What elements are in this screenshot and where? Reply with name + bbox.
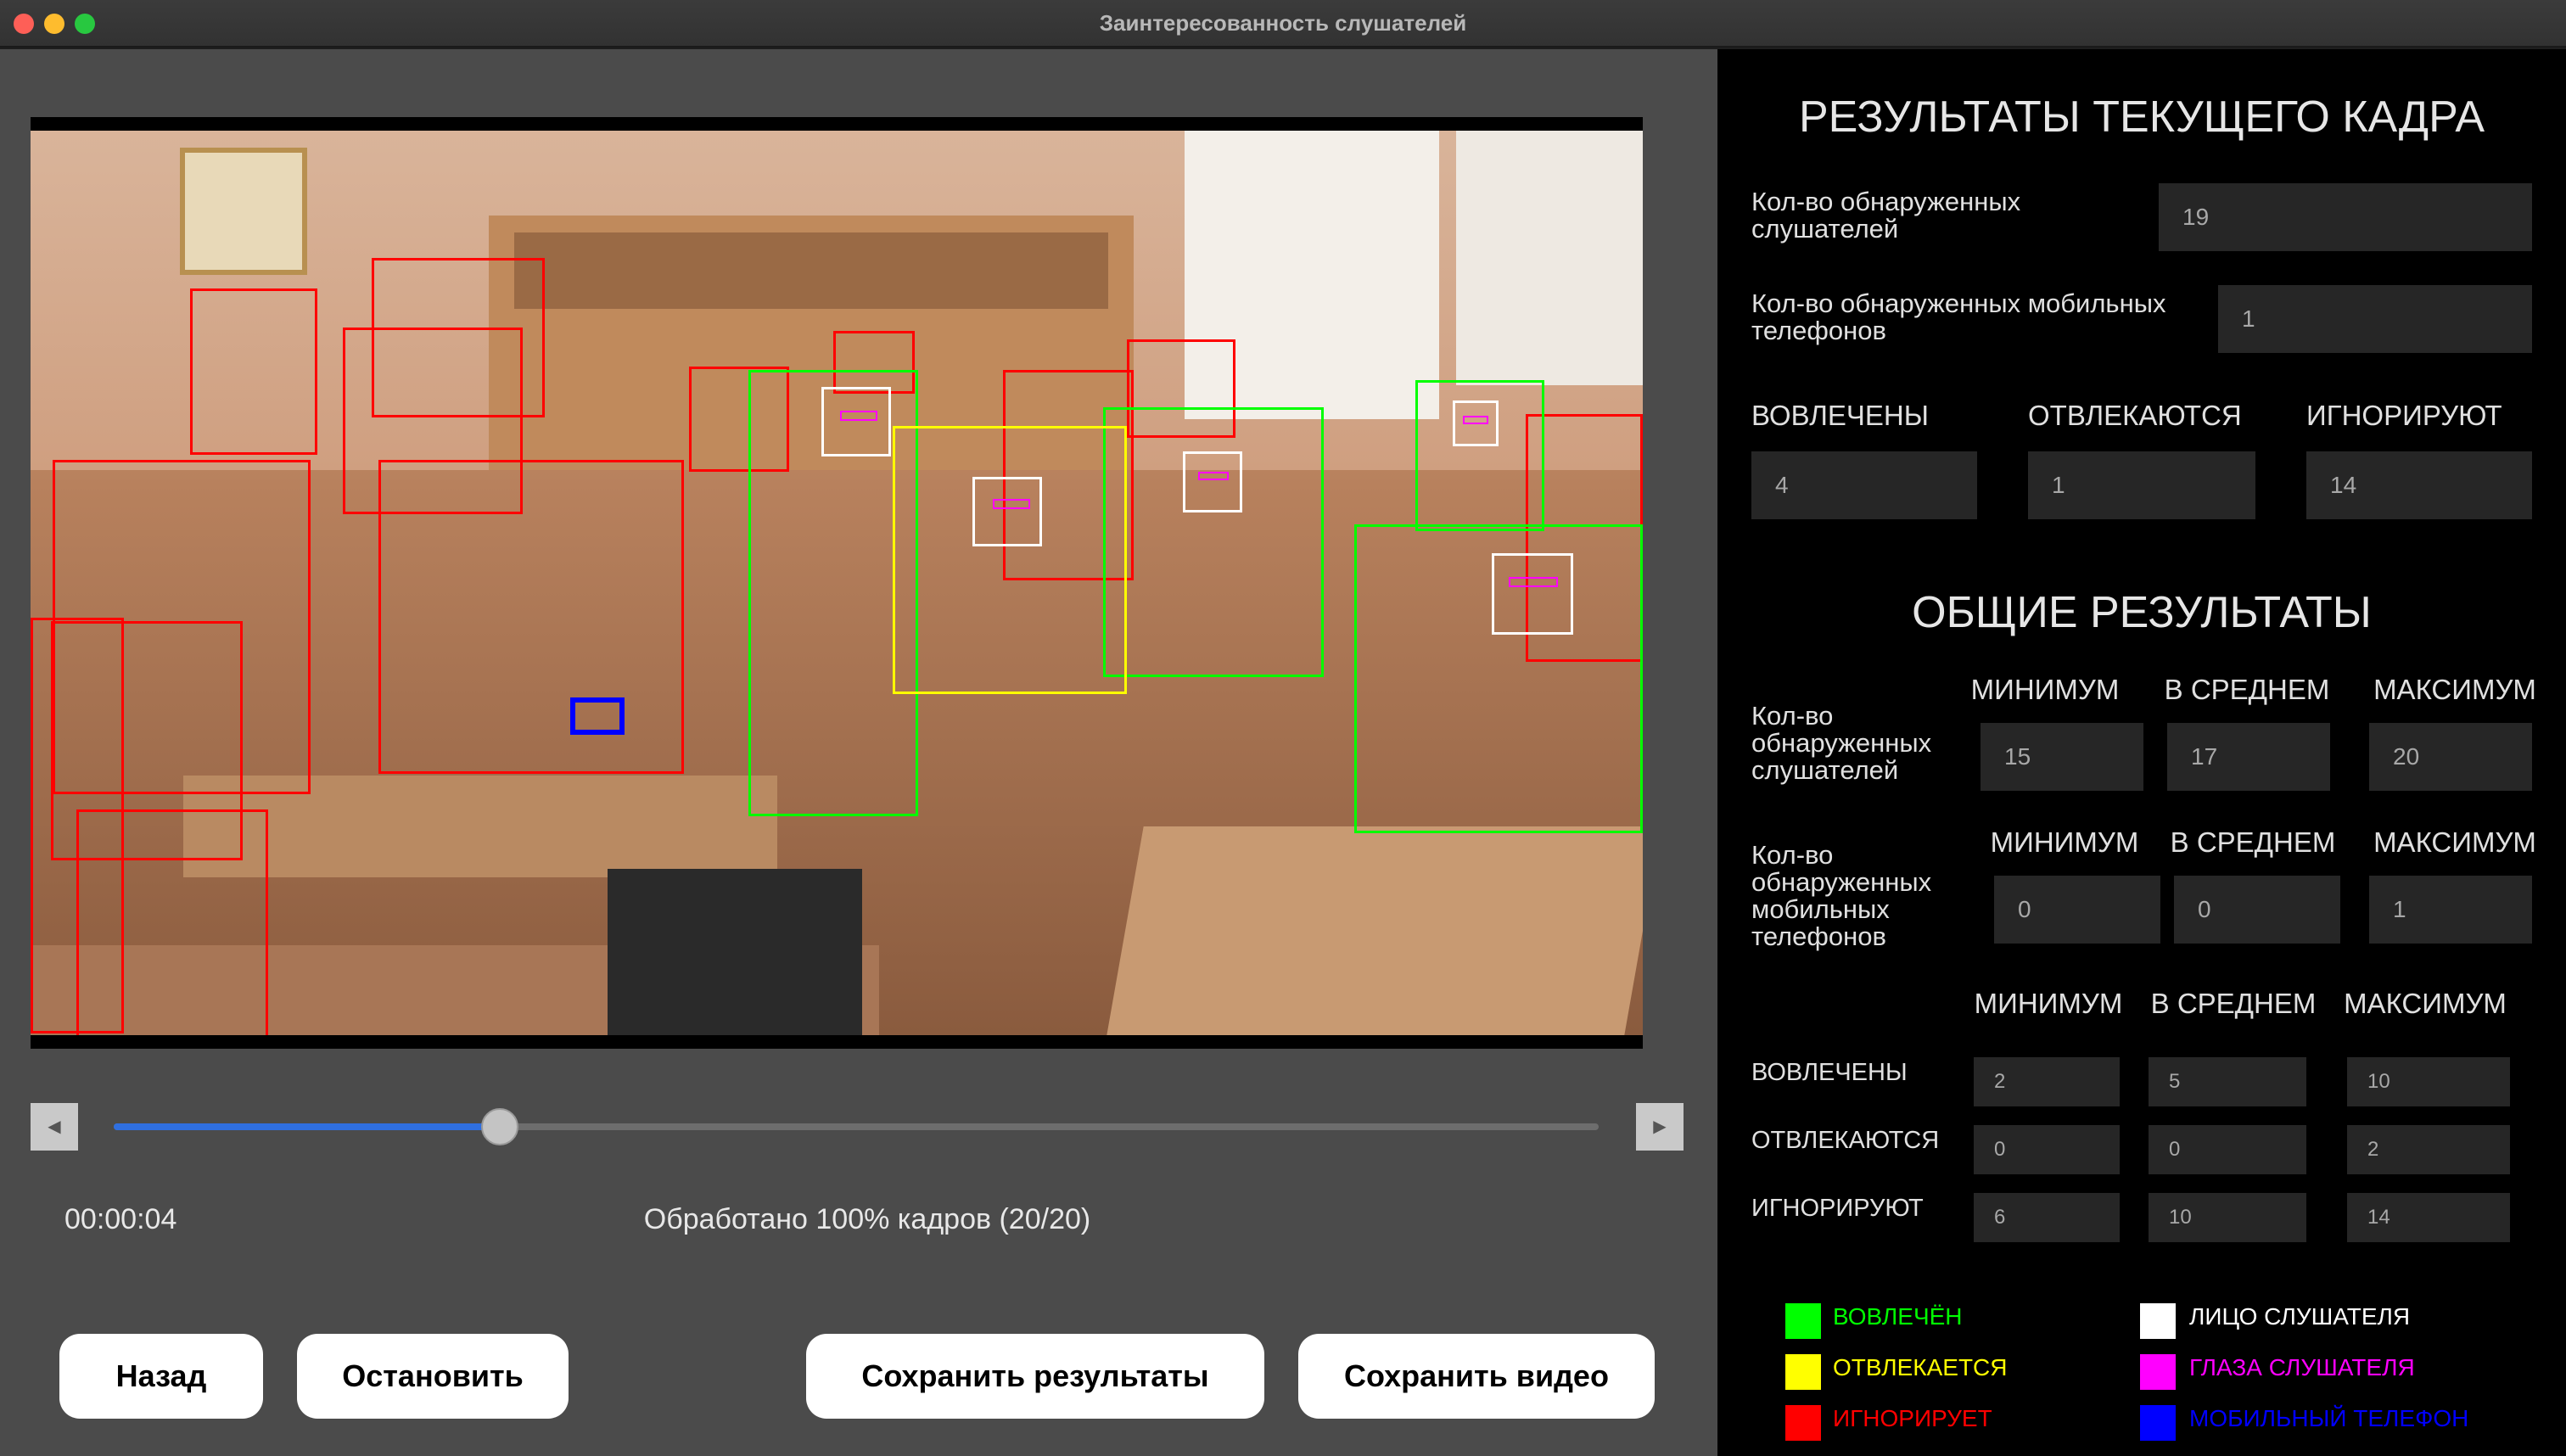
overall-title: ОБЩИЕ РЕЗУЛЬТАТЫ <box>1912 588 2372 637</box>
overall-states-max-header: МАКСИМУМ <box>2344 988 2507 1019</box>
current-listeners-label: Кол-во обнаруженных слушателей <box>1751 187 2021 244</box>
seek-progress <box>114 1123 500 1130</box>
overall-engaged-min[interactable]: 2 <box>1974 1057 2120 1106</box>
next-frame-button[interactable]: ▶ <box>1636 1103 1684 1151</box>
legend-swatch-phone <box>2140 1405 2176 1441</box>
overall-listeners-max[interactable]: 20 <box>2369 723 2532 791</box>
overall-states-avg-header: В СРЕДНЕМ <box>2150 988 2317 1019</box>
overall-states-min-header: МИНИМУМ <box>1974 988 2123 1019</box>
overall-ignoring-max[interactable]: 14 <box>2347 1193 2510 1242</box>
face-box <box>972 477 1042 546</box>
video-pane: ◀ ▶ 00:00:04 Обработано 100% кадров (20/… <box>0 49 1717 1456</box>
seek-track[interactable] <box>114 1123 1599 1130</box>
window-titlebar: Заинтересованность слушателей <box>0 0 2566 48</box>
seek-thumb[interactable] <box>481 1108 518 1145</box>
current-ignoring-field[interactable]: 14 <box>2306 451 2532 519</box>
legend-ignoring: ИГНОРИРУЕТ <box>1833 1405 1992 1431</box>
overall-phones-avg[interactable]: 0 <box>2174 876 2340 944</box>
eyes-marker <box>1509 577 1558 587</box>
overall-listeners-avg[interactable]: 17 <box>2167 723 2330 791</box>
overall-distracted-max[interactable]: 2 <box>2347 1125 2510 1174</box>
detection-ignoring <box>190 288 317 455</box>
legend-eyes: ГЛАЗА СЛУШАТЕЛЯ <box>2189 1354 2415 1380</box>
overall-listeners-min[interactable]: 15 <box>1981 723 2143 791</box>
current-engaged-label: ВОВЛЕЧЕНЫ <box>1751 400 1929 431</box>
results-panel: РЕЗУЛЬТАТЫ ТЕКУЩЕГО КАДРА Кол-во обнаруж… <box>1717 49 2566 1456</box>
legend-swatch-eyes <box>2140 1354 2176 1390</box>
overall-listeners-avg-header: В СРЕДНЕМ <box>2164 674 2330 705</box>
overall-listeners-max-header: МАКСИМУМ <box>2373 674 2536 705</box>
save-results-button[interactable]: Сохранить результаты <box>806 1334 1264 1419</box>
stop-button[interactable]: Остановить <box>297 1334 569 1419</box>
legend-swatch-ignoring <box>1785 1405 1821 1441</box>
face-box <box>821 387 891 456</box>
legend-engaged: ВОВЛЕЧЁН <box>1833 1303 1963 1330</box>
overall-distracted-avg[interactable]: 0 <box>2149 1125 2306 1174</box>
back-button[interactable]: Назад <box>59 1334 263 1419</box>
eyes-marker <box>993 499 1030 509</box>
window-title: Заинтересованность слушателей <box>1099 10 1467 36</box>
overall-engaged-label: ВОВЛЕЧЕНЫ <box>1751 1059 1908 1086</box>
save-video-button[interactable]: Сохранить видео <box>1298 1334 1655 1419</box>
detection-ignoring <box>76 809 268 1035</box>
overall-ignoring-min[interactable]: 6 <box>1974 1193 2120 1242</box>
current-engaged-field[interactable]: 4 <box>1751 451 1977 519</box>
overall-distracted-min[interactable]: 0 <box>1974 1125 2120 1174</box>
legend-face: ЛИЦО СЛУШАТЕЛЯ <box>2189 1303 2411 1330</box>
overall-listeners-min-header: МИНИМУМ <box>1970 674 2120 705</box>
detection-ignoring <box>378 460 684 774</box>
overall-distracted-label: ОТВЛЕКАЮТСЯ <box>1751 1127 1940 1154</box>
processing-status: Обработано 100% кадров (20/20) <box>643 1203 1091 1235</box>
overall-phones-avg-header: В СРЕДНЕМ <box>2170 826 2336 858</box>
overall-phones-label: Кол-во обнаруженных мобильных телефонов <box>1751 840 1932 951</box>
overall-phones-max[interactable]: 1 <box>2369 876 2532 944</box>
phone-box <box>570 697 625 735</box>
current-listeners-field[interactable]: 19 <box>2159 183 2532 251</box>
legend-swatch-distracted <box>1785 1354 1821 1390</box>
overall-engaged-max[interactable]: 10 <box>2347 1057 2510 1106</box>
current-distracted-field[interactable]: 1 <box>2028 451 2255 519</box>
legend-phone: МОБИЛЬНЫЙ ТЕЛЕФОН <box>2189 1405 2469 1431</box>
video-frame <box>31 117 1643 1049</box>
eyes-marker <box>840 411 877 421</box>
overall-phones-min[interactable]: 0 <box>1994 876 2160 944</box>
detection-distracted <box>893 426 1127 694</box>
classroom-image <box>31 131 1643 1035</box>
overall-phones-max-header: МАКСИМУМ <box>2373 826 2536 858</box>
current-distracted-label: ОТВЛЕКАЮТСЯ <box>2028 400 2242 431</box>
current-phones-field[interactable]: 1 <box>2218 285 2532 353</box>
current-ignoring-label: ИГНОРИРУЮТ <box>2306 400 2502 431</box>
legend-swatch-engaged <box>1785 1303 1821 1339</box>
overall-ignoring-label: ИГНОРИРУЮТ <box>1751 1195 1924 1222</box>
detection-ignoring <box>372 258 545 417</box>
prev-frame-button[interactable]: ◀ <box>31 1103 78 1151</box>
current-frame-title: РЕЗУЛЬТАТЫ ТЕКУЩЕГО КАДРА <box>1798 92 2485 142</box>
overall-ignoring-avg[interactable]: 10 <box>2149 1193 2306 1242</box>
overall-engaged-avg[interactable]: 5 <box>2149 1057 2306 1106</box>
overall-listeners-label: Кол-во обнаруженных слушателей <box>1751 701 1932 785</box>
overall-phones-min-header: МИНИМУМ <box>1990 826 2139 858</box>
legend-distracted: ОТВЛЕКАЕТСЯ <box>1833 1354 2008 1380</box>
detection-engaged <box>1103 407 1324 677</box>
legend-swatch-face <box>2140 1303 2176 1339</box>
face-box <box>1183 451 1242 512</box>
face-box <box>1492 553 1573 635</box>
eyes-marker <box>1198 472 1229 480</box>
current-phones-label: Кол-во обнаруженных мобильных телефонов <box>1751 288 2166 345</box>
eyes-marker <box>1463 416 1488 424</box>
